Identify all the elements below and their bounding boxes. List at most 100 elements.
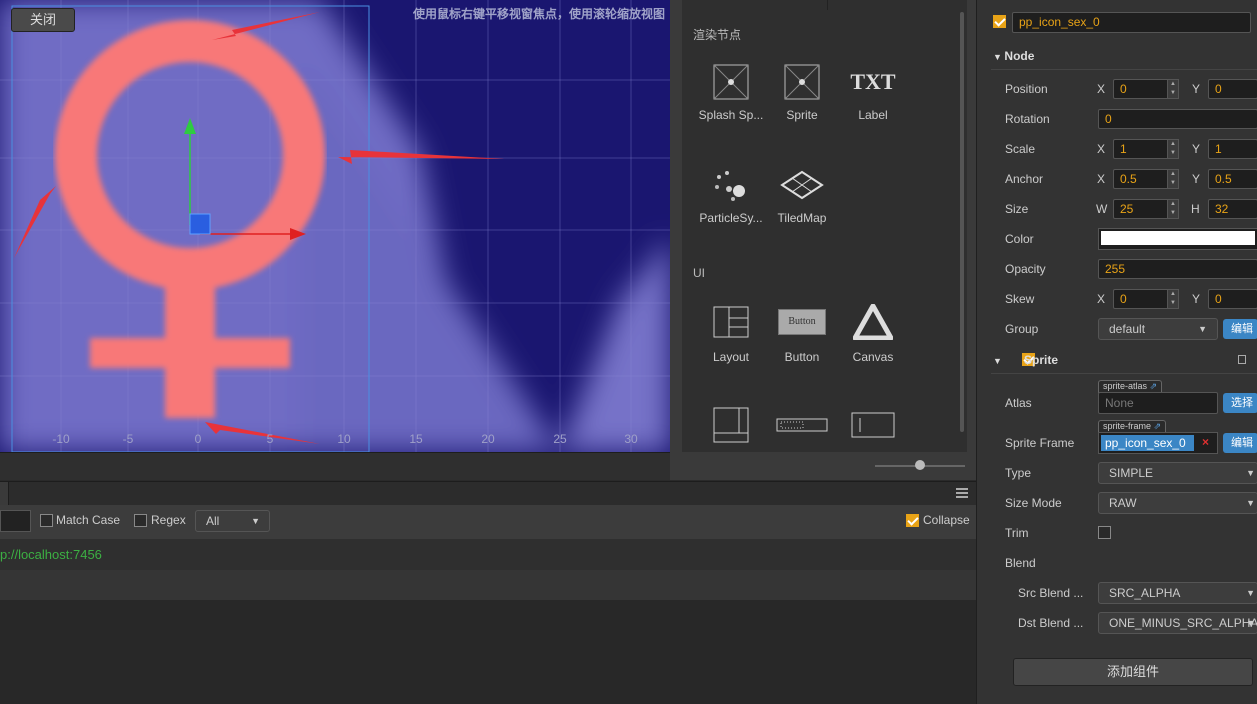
sprite-section-header[interactable]: ▼ — [993, 353, 1002, 375]
rotation-input[interactable]: 0 — [1098, 109, 1257, 129]
match-case-label: Match Case — [56, 513, 121, 527]
axis-label: 5 — [266, 432, 274, 446]
anchor-label: Anchor — [1005, 172, 1044, 186]
library-item-label[interactable]: TXT Label — [838, 62, 908, 122]
axis-x-label: X — [1097, 82, 1106, 96]
zoom-slider[interactable] — [875, 460, 965, 470]
library-item-progressbar[interactable] — [767, 405, 837, 445]
log-row — [0, 570, 976, 600]
progressbar-icon — [767, 405, 837, 445]
scene-view[interactable]: 关闭 使用鼠标右键平移视窗焦点，使用滚轮缩放视图 -10 -5 0 5 10 1… — [0, 0, 670, 452]
log-row[interactable]: p://localhost:7456 — [0, 539, 976, 570]
node-name-input[interactable]: pp_icon_sex_0 — [1012, 12, 1251, 33]
console-tabbar — [0, 481, 976, 507]
library-scrollbar[interactable] — [960, 12, 964, 432]
axis-label: 30 — [624, 432, 638, 446]
edit-sprite-frame-button[interactable]: 编辑 — [1223, 433, 1257, 453]
scale-x-input[interactable]: 1 — [1113, 139, 1169, 159]
chevron-down-icon: ▼ — [251, 516, 260, 526]
scene-hint: 使用鼠标右键平移视窗焦点，使用滚轮缩放视图 — [412, 7, 665, 21]
divider — [991, 373, 1257, 374]
dst-blend-select[interactable]: ONE_MINUS_SRC_ALPHA ▼ — [1098, 612, 1257, 634]
scale-y-input[interactable]: 1 — [1208, 139, 1257, 159]
book-icon[interactable] — [1238, 355, 1246, 364]
type-select[interactable]: SIMPLE ▼ — [1098, 462, 1257, 484]
section-ui: UI — [693, 266, 705, 280]
library-item-splash-sprite[interactable]: Splash Sp... — [696, 62, 766, 122]
axis-label: 20 — [481, 432, 495, 446]
library-item-scrollview[interactable] — [696, 405, 766, 445]
src-blend-select[interactable]: SRC_ALPHA ▼ — [1098, 582, 1257, 604]
button-icon: Button — [767, 302, 837, 342]
axis-x-label: X — [1097, 172, 1106, 186]
color-swatch — [1101, 231, 1255, 245]
axis-x-label: X — [1097, 292, 1106, 306]
library-item-particle-system[interactable]: ParticleSy... — [696, 165, 766, 225]
inspector-panel: pp_icon_sex_0 ▼ Node Position X 0 ▲ ▼ Y 0… — [976, 0, 1257, 704]
skew-x-stepper[interactable]: ▲ ▼ — [1167, 289, 1179, 309]
trim-checkbox[interactable] — [1098, 526, 1111, 539]
item-label: Layout — [712, 350, 750, 364]
console-search-input[interactable] — [0, 510, 31, 532]
size-mode-select[interactable]: RAW ▼ — [1098, 492, 1257, 514]
size-label: Size — [1005, 202, 1029, 216]
chevron-down-icon: ▼ — [1198, 324, 1207, 334]
library-item-button[interactable]: Button Button — [767, 302, 837, 364]
group-select[interactable]: default ▼ — [1098, 318, 1218, 340]
axis-y-label: Y — [1192, 142, 1201, 156]
type-value: SIMPLE — [1109, 466, 1154, 480]
size-w-input[interactable]: 25 — [1113, 199, 1169, 219]
anchor-x-input[interactable]: 0.5 — [1113, 169, 1169, 189]
position-x-stepper[interactable]: ▲ ▼ — [1167, 79, 1179, 99]
anchor-y-input[interactable]: 0.5 — [1208, 169, 1257, 189]
skew-y-input[interactable]: 0 — [1208, 289, 1257, 309]
trim-label: Trim — [1005, 526, 1029, 540]
axis-w-label: W — [1096, 202, 1108, 216]
library-item-canvas[interactable]: Canvas — [838, 302, 908, 364]
console-tab[interactable] — [0, 482, 9, 506]
section-render-nodes: 渲染节点 — [693, 28, 742, 42]
clear-icon[interactable]: × — [1202, 435, 1209, 449]
color-picker[interactable] — [1098, 228, 1257, 250]
add-component-button[interactable]: 添加组件 — [1013, 658, 1253, 686]
log-filter-select[interactable]: All ▼ — [195, 510, 270, 532]
blend-label: Blend — [1005, 556, 1036, 570]
sprite-frame-field[interactable]: pp_icon_sex_0 × — [1098, 432, 1218, 454]
axis-label: -5 — [122, 432, 134, 446]
scale-x-stepper[interactable]: ▲ ▼ — [1167, 139, 1179, 159]
node-active-checkbox[interactable] — [993, 15, 1006, 28]
select-atlas-button[interactable]: 选择 — [1223, 393, 1257, 413]
item-label: Label — [858, 108, 888, 122]
canvas-icon — [838, 302, 908, 342]
size-h-input[interactable]: 32 — [1208, 199, 1257, 219]
menu-icon[interactable] — [956, 488, 968, 498]
size-w-stepper[interactable]: ▲ ▼ — [1167, 199, 1179, 219]
zoom-slider-handle[interactable] — [915, 460, 925, 470]
library-item-layout[interactable]: Layout — [696, 302, 766, 364]
library-item-editbox[interactable] — [838, 405, 908, 445]
close-button[interactable]: 关闭 — [11, 8, 75, 32]
axis-label: 0 — [194, 432, 202, 446]
match-case-checkbox[interactable] — [40, 514, 53, 527]
text-icon: TXT — [850, 69, 896, 94]
library-item-sprite[interactable]: Sprite — [767, 62, 837, 122]
opacity-input[interactable]: 255 — [1098, 259, 1257, 279]
size-mode-label: Size Mode — [1005, 496, 1062, 510]
collapse-checkbox[interactable] — [906, 514, 919, 527]
node-section-header[interactable]: ▼ Node — [993, 49, 1034, 71]
regex-checkbox[interactable] — [134, 514, 147, 527]
position-y-input[interactable]: 0 — [1208, 79, 1257, 99]
atlas-field[interactable]: None — [1098, 392, 1218, 414]
item-label: Sprite — [786, 108, 818, 122]
axis-label: 25 — [553, 432, 567, 446]
position-x-input[interactable]: 0 — [1113, 79, 1169, 99]
chevron-down-icon: ▼ — [993, 52, 1005, 62]
console-log-area: p://localhost:7456 — [0, 539, 976, 704]
skew-x-input[interactable]: 0 — [1113, 289, 1169, 309]
console-toolbar: Match Case Regex All ▼ Collapse — [0, 505, 976, 539]
library-item-tiledmap[interactable]: TiledMap — [767, 165, 837, 225]
anchor-x-stepper[interactable]: ▲ ▼ — [1167, 169, 1179, 189]
library-tabs[interactable] — [682, 0, 967, 10]
regex-label: Regex — [151, 513, 186, 527]
edit-group-button[interactable]: 编辑 — [1223, 319, 1257, 339]
